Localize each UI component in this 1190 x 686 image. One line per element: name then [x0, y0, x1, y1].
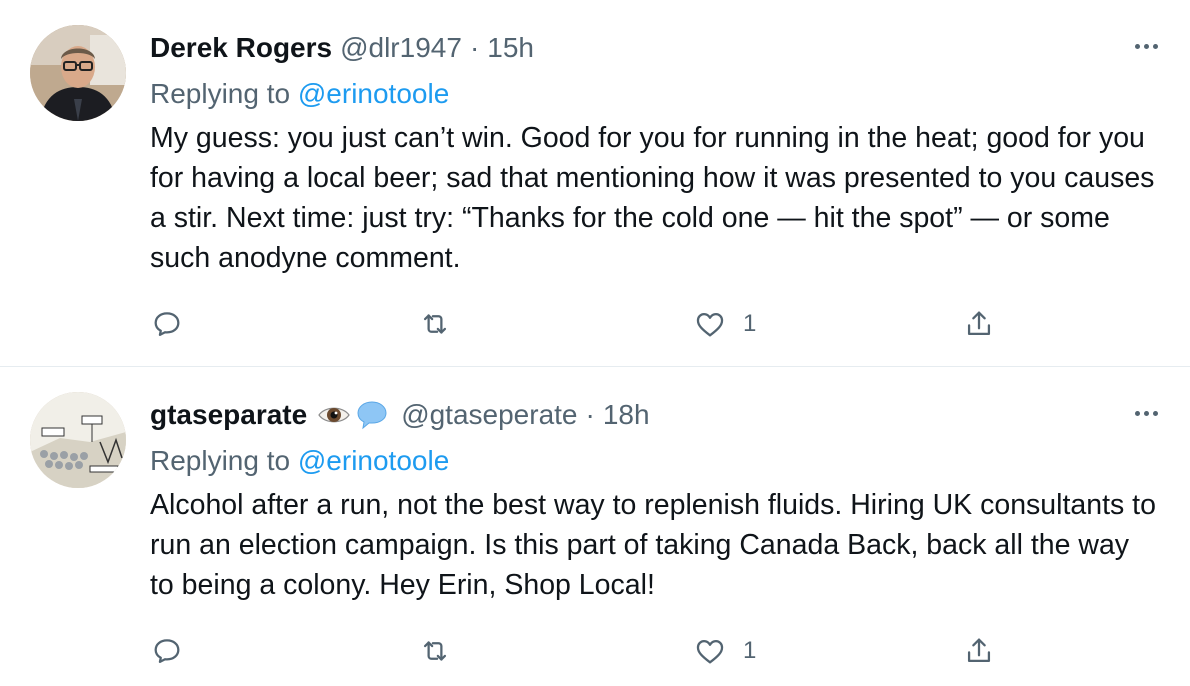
- replying-label: Replying to: [150, 78, 291, 109]
- retweet-button[interactable]: [418, 629, 468, 673]
- tweet-header: gtaseparate @gtaseperate · 18h: [150, 397, 1130, 433]
- replying-label: Replying to: [150, 445, 291, 476]
- user-handle[interactable]: @gtaseperate: [401, 399, 577, 431]
- heart-icon: [696, 312, 724, 337]
- share-icon: [967, 638, 991, 663]
- reply-button[interactable]: [150, 302, 200, 346]
- tweet-actions: 1: [150, 302, 1010, 346]
- avatar[interactable]: [30, 25, 126, 121]
- like-button[interactable]: 1: [693, 629, 756, 673]
- share-button[interactable]: [962, 302, 996, 346]
- mention-link[interactable]: @erinotoole: [298, 78, 449, 109]
- like-count: 1: [743, 637, 757, 664]
- more-options-icon[interactable]: [1128, 403, 1164, 423]
- replying-to: Replying to @erinotoole: [150, 78, 449, 110]
- display-name[interactable]: gtaseparate: [150, 399, 307, 431]
- timestamp[interactable]: 18h: [603, 399, 650, 431]
- mention-link[interactable]: @erinotoole: [298, 445, 449, 476]
- more-options-icon[interactable]: [1128, 36, 1164, 56]
- reply-icon: [154, 312, 180, 337]
- share-button[interactable]: [962, 629, 996, 673]
- user-handle[interactable]: @dlr1947: [340, 32, 462, 64]
- like-button[interactable]: 1: [693, 302, 756, 346]
- eye-icon: [317, 403, 351, 427]
- tweet-text: My guess: you just can’t win. Good for y…: [150, 122, 1155, 274]
- avatar-photo: [30, 25, 126, 121]
- retweet-icon: [423, 641, 447, 661]
- separator-dot: ·: [585, 399, 595, 430]
- tweet[interactable]: gtaseparate @gtaseperate · 18h Replying …: [0, 366, 1190, 686]
- tweet-text: Alcohol after a run, not the best way to…: [150, 489, 1156, 601]
- tweet-actions: 1: [150, 629, 1010, 673]
- reply-button[interactable]: [150, 629, 200, 673]
- tweet[interactable]: Derek Rogers @dlr1947 · 15h Replying to …: [0, 0, 1190, 366]
- replying-to: Replying to @erinotoole: [150, 445, 449, 477]
- timestamp[interactable]: 15h: [487, 32, 534, 64]
- avatar[interactable]: [30, 392, 126, 488]
- separator-dot: ·: [469, 32, 480, 63]
- avatar-cartoon: [30, 392, 126, 488]
- like-count: 1: [743, 310, 757, 337]
- tweet-header: Derek Rogers @dlr1947 · 15h: [150, 30, 1130, 66]
- reply-icon: [154, 639, 180, 664]
- share-icon: [967, 311, 991, 336]
- retweet-icon: [423, 314, 447, 334]
- speech-balloon-icon: [355, 399, 389, 431]
- display-name[interactable]: Derek Rogers: [150, 32, 332, 64]
- heart-icon: [696, 639, 724, 664]
- retweet-button[interactable]: [418, 302, 468, 346]
